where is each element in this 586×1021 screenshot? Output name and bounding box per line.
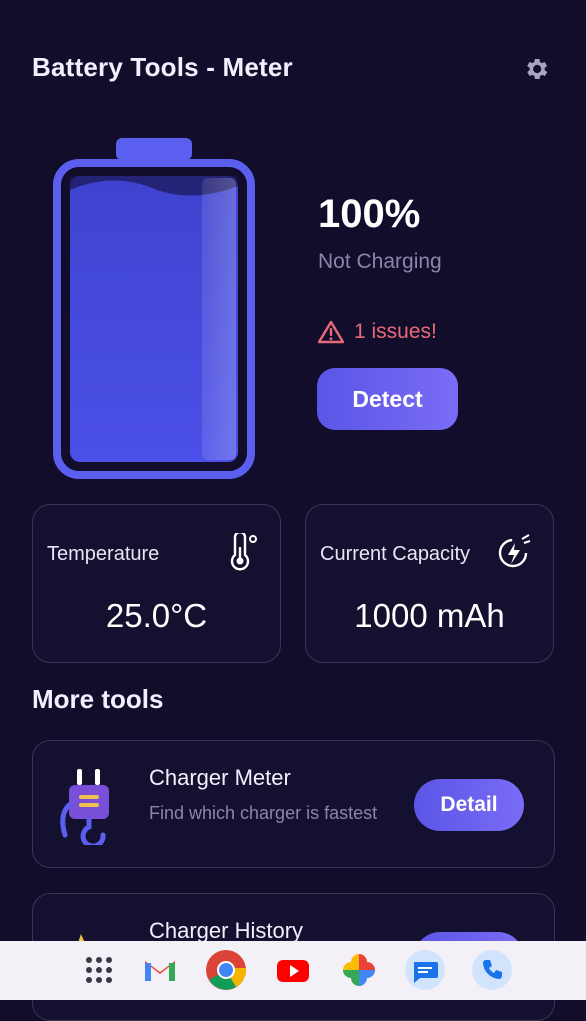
youtube-icon[interactable]: [272, 949, 314, 991]
chrome-icon[interactable]: [205, 949, 247, 991]
temperature-value: 25.0°C: [105, 597, 208, 634]
app-dock: [0, 941, 586, 1000]
capacity-label: Current Capacity: [320, 543, 471, 565]
charger-meter-description: Find which charger is fastest: [149, 803, 378, 823]
gear-icon[interactable]: [522, 55, 550, 83]
issues-label: 1 issues!: [354, 320, 437, 343]
charger-plug-icon: [60, 769, 109, 845]
messages-icon[interactable]: [404, 949, 446, 991]
detect-button[interactable]: Detect: [317, 368, 458, 430]
photos-icon[interactable]: [338, 949, 380, 991]
charger-meter-card[interactable]: Charger Meter Find which charger is fast…: [32, 740, 555, 868]
issues-warning[interactable]: 1 issues!: [318, 320, 437, 344]
battery-percent: 100%: [318, 192, 421, 236]
phone-icon[interactable]: [471, 949, 513, 991]
app-drawer-icon[interactable]: [78, 949, 120, 991]
app-title: Battery Tools - Meter: [32, 52, 293, 82]
charger-meter-title: Charger Meter: [149, 765, 291, 790]
temperature-label: Temperature: [47, 543, 160, 565]
charging-status: Not Charging: [318, 250, 442, 273]
battery-level-graphic: [53, 138, 255, 479]
capacity-value: 1000 mAh: [354, 597, 505, 634]
capacity-card: Current Capacity 1000 mAh: [305, 504, 554, 663]
temperature-card: Temperature 25.0°C: [32, 504, 281, 663]
more-tools-heading: More tools: [32, 684, 164, 714]
warning-icon: [318, 320, 344, 344]
gmail-icon[interactable]: [139, 949, 181, 991]
charger-meter-detail-button[interactable]: Detail: [414, 779, 524, 831]
capacity-gauge-icon: [498, 534, 531, 568]
thermometer-icon: [230, 533, 257, 571]
